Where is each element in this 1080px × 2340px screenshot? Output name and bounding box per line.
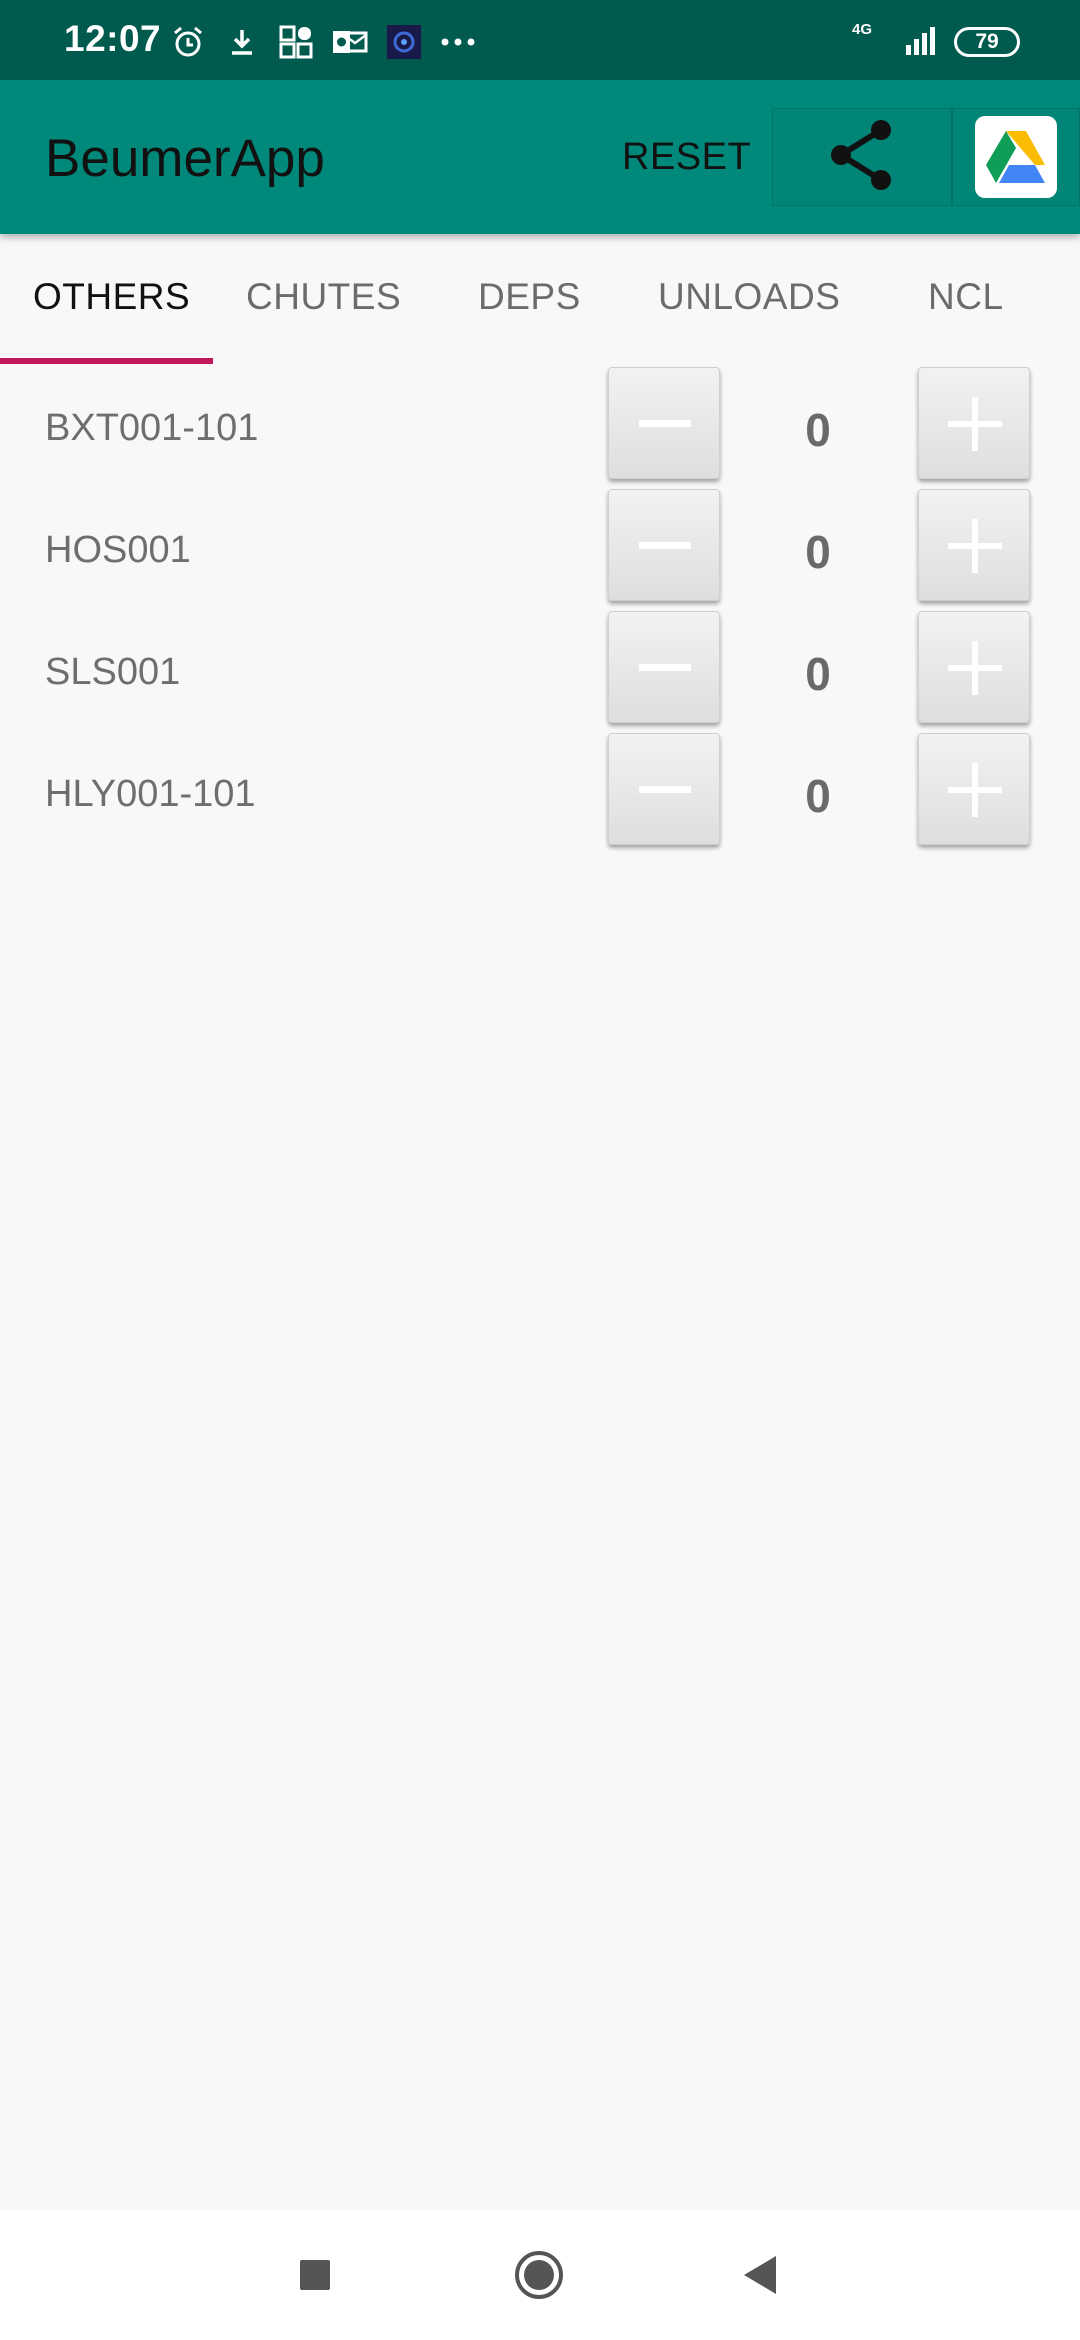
battery-icon: 79 bbox=[954, 27, 1020, 57]
app-bar: BeumerApp RESET bbox=[0, 80, 1080, 234]
list-item: SLS001 0 bbox=[0, 611, 1080, 733]
tab-deps[interactable]: DEPS bbox=[478, 276, 581, 318]
item-count: 0 bbox=[805, 404, 831, 456]
notification-icons bbox=[170, 22, 476, 62]
list-item: HOS001 0 bbox=[0, 489, 1080, 611]
qr-grid-icon bbox=[278, 24, 314, 60]
google-drive-icon bbox=[975, 116, 1057, 198]
minus-icon bbox=[639, 664, 691, 671]
share-button[interactable] bbox=[772, 108, 952, 206]
tab-bar: OTHERS CHUTES DEPS UNLOADS NCL bbox=[0, 234, 1080, 366]
list-item: HLY001-101 0 bbox=[0, 733, 1080, 855]
decrement-button[interactable] bbox=[608, 489, 720, 601]
item-label: BXT001-101 bbox=[45, 407, 259, 449]
decrement-button[interactable] bbox=[608, 367, 720, 479]
decrement-button[interactable] bbox=[608, 611, 720, 723]
alarm-icon bbox=[170, 24, 206, 60]
more-dots-icon bbox=[440, 24, 476, 60]
increment-button[interactable] bbox=[918, 367, 1030, 479]
item-count: 0 bbox=[805, 526, 831, 578]
navigation-bar bbox=[0, 2210, 1080, 2340]
increment-button[interactable] bbox=[918, 611, 1030, 723]
reset-button[interactable]: RESET bbox=[622, 136, 751, 179]
increment-button[interactable] bbox=[918, 489, 1030, 601]
minus-icon bbox=[639, 542, 691, 549]
decrement-button[interactable] bbox=[608, 733, 720, 845]
item-label: HOS001 bbox=[45, 529, 191, 571]
share-icon bbox=[827, 118, 897, 197]
minus-icon bbox=[639, 786, 691, 793]
list-item: BXT001-101 0 bbox=[0, 367, 1080, 489]
signal-icon: 4G bbox=[852, 21, 938, 60]
tab-others[interactable]: OTHERS bbox=[33, 276, 190, 318]
google-drive-button[interactable] bbox=[952, 108, 1080, 206]
app-thumbnail-icon bbox=[386, 24, 422, 60]
system-icons: 4G 79 bbox=[852, 20, 1020, 64]
item-label: SLS001 bbox=[45, 651, 181, 693]
network-type: 4G bbox=[852, 20, 873, 38]
item-count: 0 bbox=[805, 770, 831, 822]
home-circle-icon[interactable] bbox=[515, 2251, 563, 2299]
download-icon bbox=[224, 24, 260, 60]
increment-button[interactable] bbox=[918, 733, 1030, 845]
status-time: 12:07 bbox=[64, 18, 162, 59]
minus-icon bbox=[639, 420, 691, 427]
app-title: BeumerApp bbox=[45, 129, 325, 188]
tab-chutes[interactable]: CHUTES bbox=[246, 276, 401, 318]
back-triangle-icon[interactable] bbox=[744, 2256, 776, 2294]
tab-indicator bbox=[0, 358, 213, 364]
item-label: HLY001-101 bbox=[45, 773, 256, 815]
outlook-icon bbox=[332, 24, 368, 60]
tab-ncl[interactable]: NCL bbox=[928, 276, 1004, 318]
tab-unloads[interactable]: UNLOADS bbox=[658, 276, 840, 318]
battery-level: 79 bbox=[975, 30, 999, 53]
status-bar: 12:07 4G 79 bbox=[0, 0, 1080, 80]
item-count: 0 bbox=[805, 648, 831, 700]
recents-square-icon[interactable] bbox=[300, 2260, 330, 2290]
